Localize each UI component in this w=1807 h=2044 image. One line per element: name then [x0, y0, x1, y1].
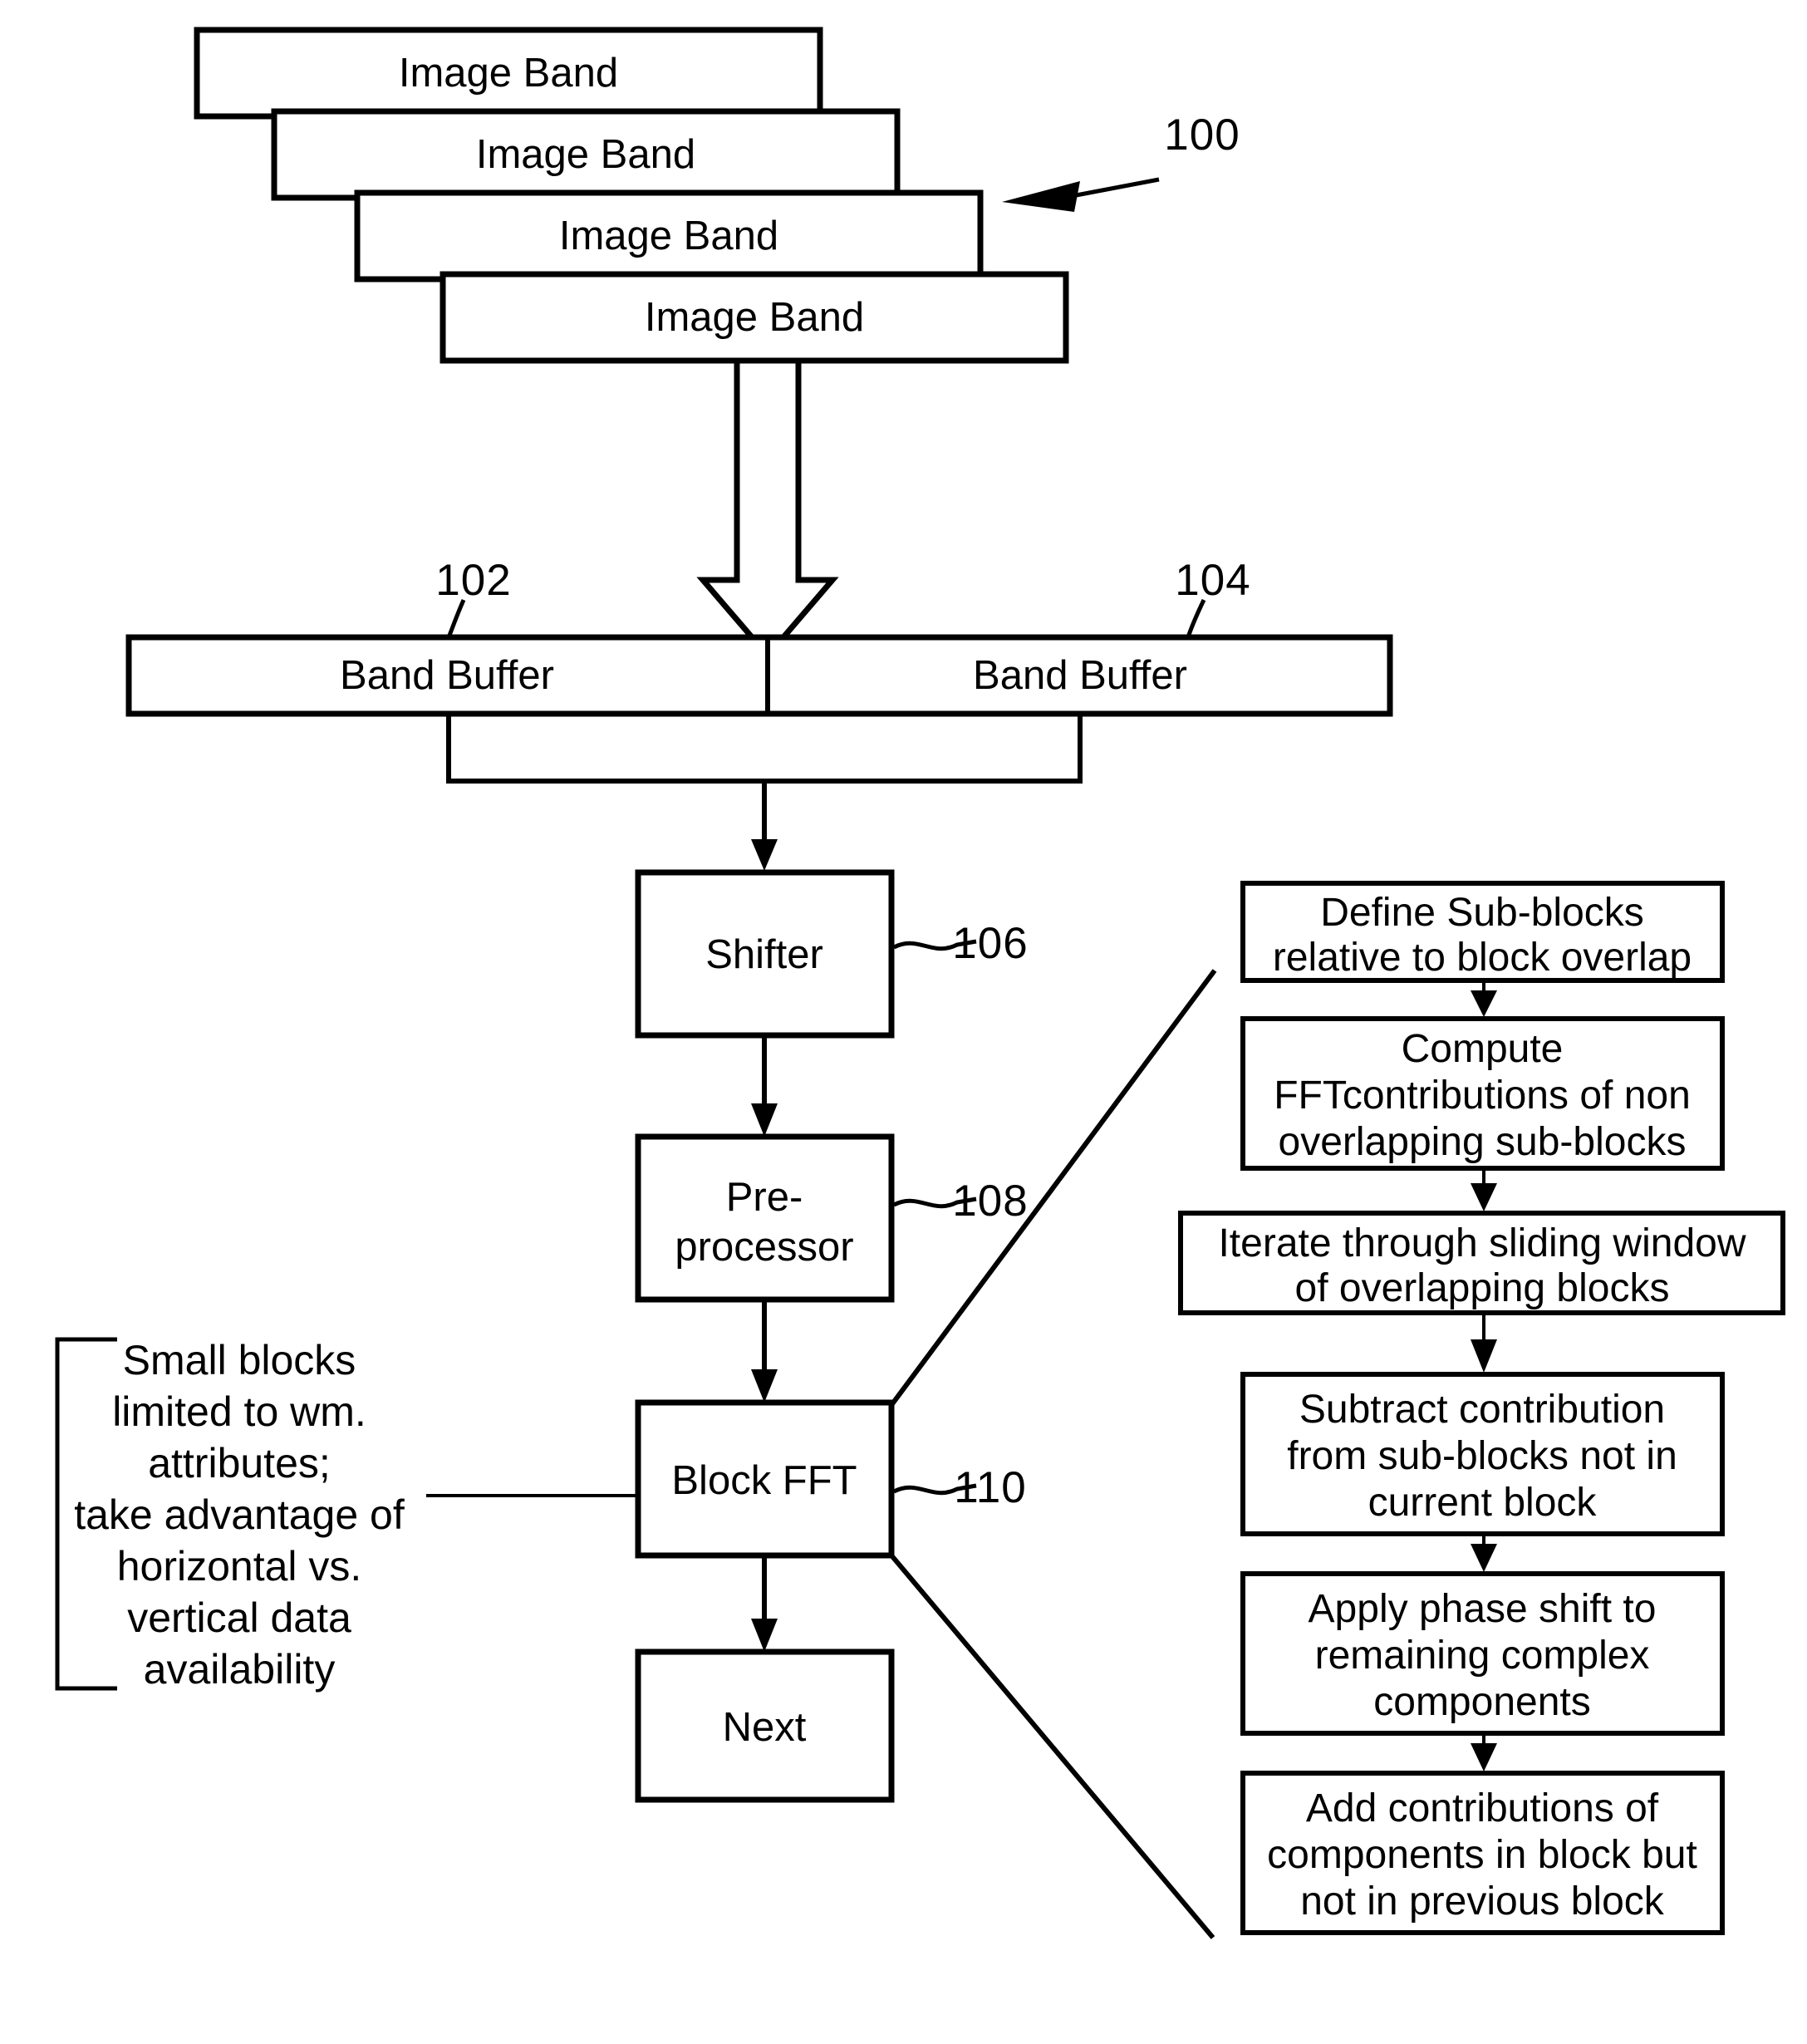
- annotation-line-7: availability: [144, 1646, 336, 1693]
- flow-phase-shift-line2: remaining complex: [1315, 1634, 1650, 1678]
- flowchart-column: Define Sub-blocks relative to block over…: [1178, 881, 1785, 1935]
- blockfft-to-next-arrowhead: [751, 1619, 778, 1652]
- reference-100-callout: 100: [1002, 111, 1240, 212]
- band-buffer-outer-box: [125, 634, 1393, 717]
- flow-compute-fft-line1: Compute: [1402, 1027, 1564, 1071]
- preprocessor-node: Pre- processor 108: [635, 1133, 1028, 1303]
- image-band-label-1: Image Band: [399, 51, 618, 96]
- figure-canvas: Image Band Image Band Image Band Image B…: [0, 0, 1807, 2044]
- flow-add-line3: not in previous block: [1300, 1879, 1665, 1924]
- blockfft-label: Block FFT: [671, 1458, 857, 1503]
- expansion-connector-lower: [889, 1554, 1215, 1939]
- flow-arrow-1-head: [1471, 990, 1497, 1017]
- preprocessor-label-line1: Pre-: [726, 1175, 803, 1220]
- reference-106-label: 106: [952, 919, 1028, 968]
- flow-subtract-line3: current block: [1368, 1481, 1598, 1525]
- annotation-line-1: Small blocks: [123, 1337, 356, 1383]
- flow-arrow-4-head: [1471, 1544, 1497, 1572]
- flow-subtract-line1: Subtract contribution: [1299, 1388, 1665, 1432]
- flow-define-subblocks-line2: relative to block overlap: [1273, 936, 1692, 980]
- flow-iterate-window-line2: of overlapping blocks: [1295, 1266, 1670, 1310]
- annotation-line-2: limited to wm.: [112, 1388, 366, 1435]
- annotation-line-3: attributes;: [148, 1440, 331, 1486]
- flow-subtract-line2: from sub-blocks not in: [1287, 1434, 1677, 1478]
- next-label: Next: [723, 1705, 807, 1750]
- reference-102-leader: [446, 599, 466, 638]
- flow-iterate-window-line1: Iterate through sliding window: [1218, 1221, 1746, 1265]
- reference-110-label: 110: [954, 1463, 1027, 1512]
- shifter-to-preprocessor-arrowhead: [751, 1103, 778, 1137]
- band-buffer-right-label: Band Buffer: [973, 653, 1187, 698]
- preprocessor-to-blockfft-arrowhead: [751, 1369, 778, 1403]
- image-band-label-3: Image Band: [559, 214, 778, 258]
- bands-to-buffer-arrow: [696, 357, 839, 661]
- annotation-line-5: horizontal vs.: [117, 1543, 362, 1590]
- reference-104-label: 104: [1175, 556, 1250, 605]
- flow-phase-shift-line3: components: [1373, 1680, 1591, 1724]
- flow-phase-shift-line1: Apply phase shift to: [1309, 1587, 1657, 1631]
- flow-arrow-2-head: [1471, 1183, 1497, 1211]
- annotation-line-4: take advantage of: [74, 1491, 405, 1538]
- reference-104-leader: [1186, 598, 1206, 638]
- flow-arrow-3-head: [1471, 1339, 1497, 1373]
- flow-define-subblocks-line1: Define Sub-blocks: [1320, 891, 1644, 935]
- reference-100-leader: [1071, 177, 1160, 199]
- reference-100-arrowhead: [1002, 181, 1080, 212]
- blockfft-expansion-connectors: [889, 969, 1217, 1939]
- annotation-text-block: Small blocks limited to wm. attributes; …: [74, 1337, 405, 1693]
- expansion-connector-upper: [889, 969, 1217, 1407]
- buffer-merge-arrowhead: [751, 839, 778, 871]
- image-band-label-2: Image Band: [476, 132, 695, 177]
- image-band-label-4: Image Band: [645, 295, 864, 340]
- patent-diagram-svg: Image Band Image Band Image Band Image B…: [55, 27, 1785, 1939]
- reference-102-label: 102: [435, 556, 511, 605]
- shifter-node: Shifter 106: [635, 869, 1028, 1039]
- band-buffer-left-label: Band Buffer: [340, 653, 554, 698]
- hollow-arrow-shape: [696, 357, 839, 661]
- shifter-label: Shifter: [705, 932, 823, 977]
- flow-arrow-5-head: [1471, 1743, 1497, 1771]
- reference-100-label: 100: [1164, 111, 1240, 160]
- flow-compute-fft-line3: overlapping sub-blocks: [1279, 1120, 1687, 1164]
- flow-compute-fft-line2: FFTcontributions of non: [1274, 1074, 1691, 1118]
- buffer-merge-bracket: [446, 714, 1083, 784]
- flow-add-line1: Add contributions of: [1306, 1786, 1659, 1830]
- reference-108-label: 108: [952, 1177, 1028, 1226]
- flow-add-line2: components in block but: [1267, 1833, 1697, 1877]
- image-band-stack: Image Band Image Band Image Band Image B…: [194, 27, 1069, 364]
- annotation-line-6: vertical data: [127, 1594, 351, 1641]
- next-node: Next: [635, 1648, 895, 1803]
- preprocessor-label-line2: processor: [675, 1225, 853, 1270]
- blockfft-node: Block FFT 110: [635, 1399, 1027, 1559]
